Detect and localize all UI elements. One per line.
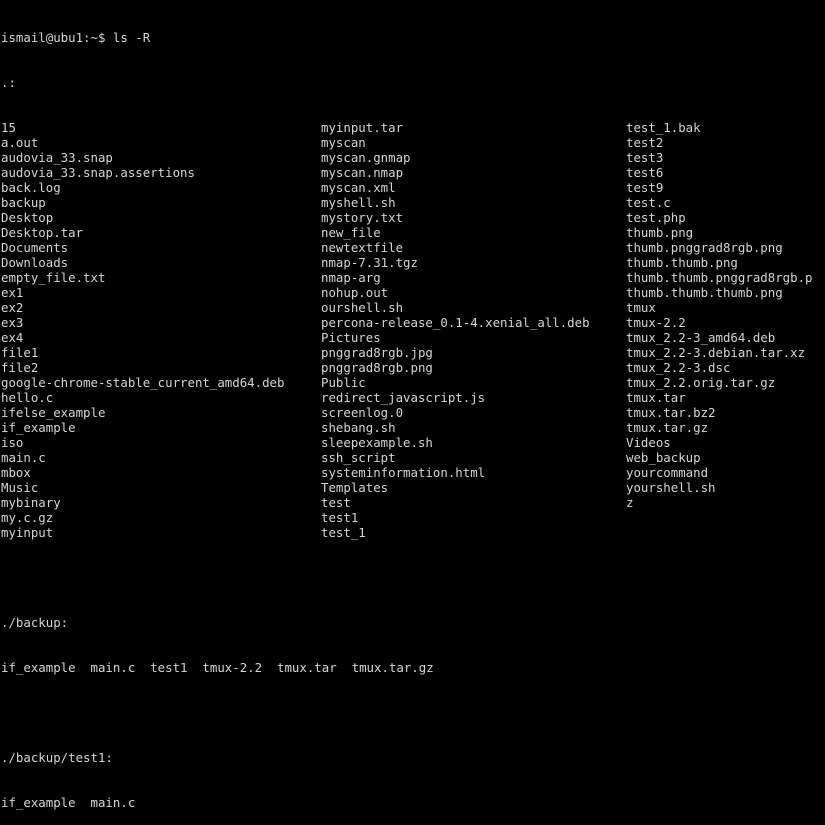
file-entry: pnggrad8rgb.jpg	[321, 345, 433, 360]
file-entry: main.c	[1, 450, 46, 465]
file-entry: myscan	[321, 135, 366, 150]
file-entry: thumb.thumb.thumb.png	[626, 285, 783, 300]
file-entry: tmux.tar.gz	[626, 420, 709, 435]
file-entry: tmux.tar.bz2	[626, 405, 716, 420]
file-entry: test	[321, 495, 351, 510]
file-entry: ex1	[1, 285, 24, 300]
file-entry: tmux_2.2-3_amd64.deb	[626, 330, 776, 345]
file-entry: Videos	[626, 435, 671, 450]
file-entry: test_1	[321, 525, 366, 540]
file-entry: mbox	[1, 465, 31, 480]
terminal-output[interactable]: ismail@ubu1:~$ ls -R .: 15 a.out audovia_3…	[1, 0, 825, 825]
file-entry: mystory.txt	[321, 210, 404, 225]
file-entry: myinput	[1, 525, 54, 540]
listing-column-2: myinput.tar myscan myscan.gnmap myscan.nmap…	[321, 120, 626, 540]
file-entry: ex2	[1, 300, 24, 315]
file-entry: test2	[626, 135, 664, 150]
file-entry: tmux_2.2-3.dsc	[626, 360, 731, 375]
file-entry: Music	[1, 480, 39, 495]
file-entry: Pictures	[321, 330, 381, 345]
listing-column-1: 15 a.out audovia_33.snap audovia_33.snap.as…	[1, 120, 321, 540]
file-entry: test1	[321, 510, 359, 525]
file-entry: sleepexample.sh	[321, 435, 433, 450]
file-entry: iso	[1, 435, 24, 450]
file-entry: test_1.bak	[626, 120, 701, 135]
file-entry: back.log	[1, 180, 61, 195]
backup-test1-listing: if_example main.c	[1, 795, 136, 810]
file-entry: ourshell.sh	[321, 300, 404, 315]
file-entry: nohup.out	[321, 285, 389, 300]
file-entry: test.php	[626, 210, 686, 225]
file-entry: Desktop	[1, 210, 54, 225]
file-entry: if_example	[1, 420, 76, 435]
file-entry: mybinary	[1, 495, 61, 510]
command-prompt: ismail@ubu1:~$ ls -R	[1, 30, 151, 45]
file-entry: percona-release_0.1-4.xenial_all.deb	[321, 315, 590, 330]
file-entry: myscan.nmap	[321, 165, 404, 180]
file-entry: tmux-2.2	[626, 315, 686, 330]
file-entry: redirect_javascript.js	[321, 390, 486, 405]
file-entry: Templates	[321, 480, 389, 495]
directory-header-root: .:	[1, 75, 16, 90]
file-entry: myscan.gnmap	[321, 150, 411, 165]
file-entry: yourcommand	[626, 465, 709, 480]
backup-listing: if_example main.c test1 tmux-2.2 tmux.ta…	[1, 660, 434, 675]
file-entry: screenlog.0	[321, 405, 404, 420]
file-entry: test9	[626, 180, 664, 195]
file-entry: thumb.thumb.pnggrad8rgb.p	[626, 270, 813, 285]
file-entry: myscan.xml	[321, 180, 396, 195]
file-entry: Desktop.tar	[1, 225, 84, 240]
listing-column-3: test_1.bak test2 test3 test6 test9 test.c test…	[626, 120, 825, 540]
file-entry: test6	[626, 165, 664, 180]
root-listing: 15 a.out audovia_33.snap audovia_33.snap.as…	[1, 120, 825, 540]
file-entry: pnggrad8rgb.png	[321, 360, 433, 375]
file-entry: 15	[1, 120, 16, 135]
file-entry: thumb.thumb.png	[626, 255, 738, 270]
file-entry: tmux_2.2.orig.tar.gz	[626, 375, 776, 390]
directory-header-backup-test1: ./backup/test1:	[1, 750, 113, 765]
file-entry: new_file	[321, 225, 381, 240]
file-entry: ex3	[1, 315, 24, 330]
file-entry: Documents	[1, 240, 69, 255]
file-entry: backup	[1, 195, 46, 210]
file-entry: google-chrome-stable_current_amd64.deb	[1, 375, 285, 390]
file-entry: Downloads	[1, 255, 69, 270]
file-entry: yourshell.sh	[626, 480, 716, 495]
file-entry: systeminformation.html	[321, 465, 486, 480]
file-entry: tmux.tar	[626, 390, 686, 405]
file-entry: shebang.sh	[321, 420, 396, 435]
file-entry: web_backup	[626, 450, 701, 465]
file-entry: test.c	[626, 195, 671, 210]
file-entry: a.out	[1, 135, 39, 150]
file-entry: nmap-7.31.tgz	[321, 255, 418, 270]
file-entry: test3	[626, 150, 664, 165]
file-entry: nmap-arg	[321, 270, 381, 285]
file-entry: ifelse_example	[1, 405, 106, 420]
file-entry: thumb.png	[626, 225, 694, 240]
file-entry: myinput.tar	[321, 120, 404, 135]
file-entry: file2	[1, 360, 39, 375]
file-entry: Public	[321, 375, 366, 390]
file-entry: ex4	[1, 330, 24, 345]
file-entry: myshell.sh	[321, 195, 396, 210]
file-entry: empty_file.txt	[1, 270, 106, 285]
file-entry: ssh_script	[321, 450, 396, 465]
file-entry: tmux	[626, 300, 656, 315]
file-entry: z	[626, 495, 634, 510]
file-entry: file1	[1, 345, 39, 360]
file-entry: audovia_33.snap.assertions	[1, 165, 195, 180]
directory-header-backup: ./backup:	[1, 615, 69, 630]
file-entry: my.c.gz	[1, 510, 54, 525]
file-entry: tmux_2.2-3.debian.tar.xz	[626, 345, 806, 360]
file-entry: thumb.pnggrad8rgb.png	[626, 240, 783, 255]
file-entry: newtextfile	[321, 240, 404, 255]
file-entry: hello.c	[1, 390, 54, 405]
file-entry: audovia_33.snap	[1, 150, 113, 165]
